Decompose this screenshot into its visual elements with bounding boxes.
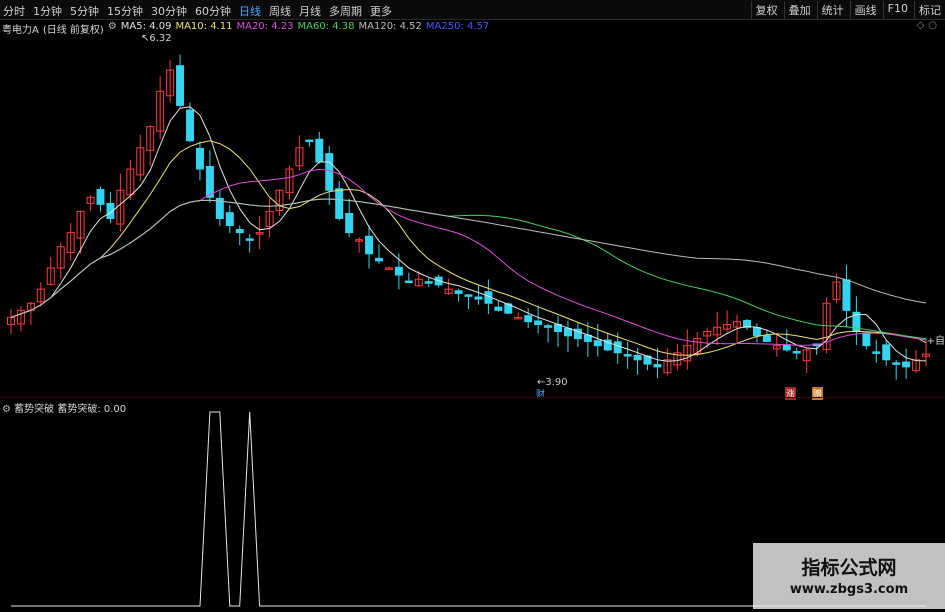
candle-body bbox=[394, 266, 403, 276]
candle-body bbox=[205, 166, 214, 198]
period-tabs: 分时 1分钟 5分钟 15分钟 30分钟 60分钟 日线 周线 月线 多周期 更… bbox=[2, 3, 393, 19]
right-toolbar: 复权 叠加 统计 画线 F10 标记 bbox=[749, 1, 945, 19]
candle-body bbox=[593, 340, 602, 347]
candle-body bbox=[524, 315, 533, 323]
draw-line-button[interactable]: 画线 bbox=[849, 1, 881, 19]
candle-body bbox=[902, 361, 911, 368]
high-price-label: ↖6.32 bbox=[141, 33, 172, 44]
tab-1min[interactable]: 1分钟 bbox=[32, 3, 63, 19]
tab-daily[interactable]: 日线 bbox=[238, 3, 262, 19]
watermark-url: www.zbgs3.com bbox=[789, 582, 909, 597]
tab-multi-period[interactable]: 多周期 bbox=[328, 3, 363, 19]
candle-body bbox=[872, 351, 881, 354]
overlay-button[interactable]: 叠加 bbox=[783, 1, 815, 19]
price-chart[interactable] bbox=[0, 33, 945, 397]
tab-intraday[interactable]: 分时 bbox=[2, 3, 26, 19]
restore-rights-button[interactable]: 复权 bbox=[750, 1, 782, 19]
candle-body bbox=[96, 189, 105, 205]
candle-body bbox=[375, 257, 383, 262]
candle-body bbox=[365, 235, 374, 255]
low-price-value: 3.90 bbox=[545, 377, 568, 388]
watermark-title: 指标公式网 bbox=[801, 557, 897, 579]
tab-weekly[interactable]: 周线 bbox=[268, 3, 292, 19]
candle-body bbox=[245, 238, 254, 241]
candle-body bbox=[613, 341, 622, 354]
candle-body bbox=[633, 355, 642, 361]
candlestick-svg bbox=[6, 54, 931, 380]
candle-body bbox=[225, 212, 234, 227]
statistics-button[interactable]: 统计 bbox=[816, 1, 848, 19]
rise-marker[interactable]: 涨 bbox=[785, 387, 797, 400]
candle-body bbox=[404, 280, 413, 284]
candle-body bbox=[792, 351, 801, 354]
candle-body bbox=[305, 139, 314, 143]
period-toolbar: 分时 1分钟 5分钟 15分钟 30分钟 60分钟 日线 周线 月线 多周期 更… bbox=[0, 0, 945, 20]
tab-more[interactable]: 更多 bbox=[369, 3, 393, 19]
high-price-value: 6.32 bbox=[149, 33, 172, 44]
tab-30min[interactable]: 30分钟 bbox=[150, 3, 188, 19]
candle-body bbox=[494, 306, 503, 311]
candle-body bbox=[424, 281, 433, 284]
tab-60min[interactable]: 60分钟 bbox=[194, 3, 232, 19]
ma20-line bbox=[10, 168, 927, 346]
ma5-line bbox=[10, 106, 927, 362]
bonus-marker[interactable]: 赠 bbox=[812, 387, 824, 400]
tab-monthly[interactable]: 月线 bbox=[298, 3, 322, 19]
candle-body bbox=[325, 153, 334, 191]
candle-body bbox=[235, 229, 244, 234]
candle-body bbox=[762, 335, 771, 342]
candle-body bbox=[464, 294, 473, 297]
pane-divider[interactable] bbox=[0, 397, 945, 398]
f10-button[interactable]: F10 bbox=[882, 1, 912, 19]
candle-body bbox=[544, 325, 553, 328]
candle-body bbox=[186, 109, 194, 142]
window-controls-icon[interactable]: ◇○ bbox=[917, 20, 941, 31]
candle-body bbox=[862, 332, 871, 347]
tab-15min[interactable]: 15分钟 bbox=[106, 3, 144, 19]
candle-body bbox=[195, 147, 204, 170]
candle-body bbox=[315, 138, 324, 163]
add-self-select-button[interactable]: +自 bbox=[927, 332, 945, 347]
candle-body bbox=[752, 327, 761, 337]
candle-body bbox=[653, 364, 662, 368]
mark-button[interactable]: 标记 bbox=[914, 1, 945, 19]
candle-body bbox=[842, 279, 851, 311]
watermark: 指标公式网 www.zbgs3.com bbox=[753, 543, 945, 609]
candle-body bbox=[782, 344, 791, 351]
candle-body bbox=[454, 290, 463, 294]
tab-5min[interactable]: 5分钟 bbox=[69, 3, 100, 19]
candle-body bbox=[882, 344, 891, 361]
candle-body bbox=[534, 320, 543, 325]
candle-body bbox=[892, 362, 901, 365]
candle-body bbox=[176, 65, 185, 106]
candle-body bbox=[563, 328, 572, 337]
candle-body bbox=[335, 188, 344, 219]
candle-body bbox=[623, 354, 632, 357]
candle-body bbox=[345, 213, 354, 234]
finance-marker[interactable]: 财 bbox=[535, 387, 546, 400]
candle-body bbox=[474, 296, 483, 300]
